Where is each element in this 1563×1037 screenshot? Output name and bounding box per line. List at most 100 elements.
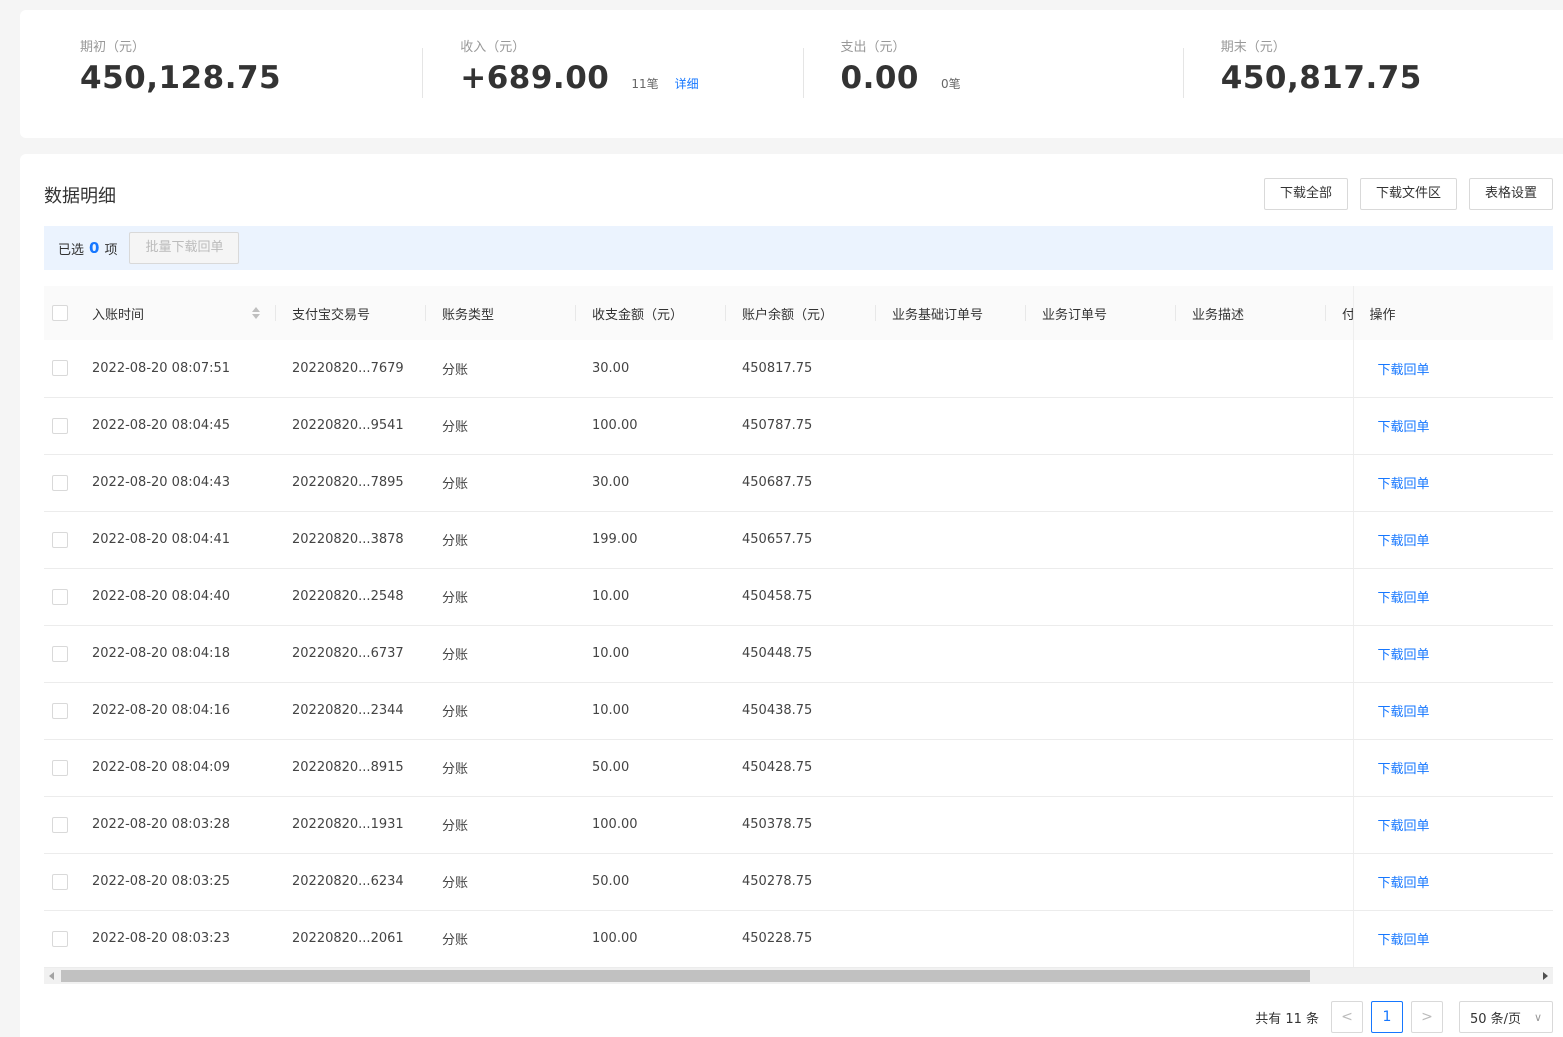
download-receipt-link[interactable]: 下载回单 [1370,933,1430,948]
cell-partial [1326,568,1353,626]
row-checkbox[interactable] [52,360,68,377]
cell-type: 分账 [426,682,576,740]
sort-icon[interactable] [252,307,260,319]
cell-amount: 100.00 [576,796,726,854]
table-row: 2022-08-20 08:03:28 20220820...1931 分账 100.… [44,796,1553,854]
row-checkbox[interactable] [52,474,68,491]
cell-balance: 450428.75 [726,739,876,797]
download-receipt-link[interactable]: 下载回单 [1370,762,1430,777]
cell-type: 分账 [426,568,576,626]
row-checkbox[interactable] [52,873,68,890]
cell-amount: 10.00 [576,682,726,740]
column-header-balance: 账户余额（元） [726,286,876,340]
cell-order-no [1026,682,1176,740]
download-all-button[interactable]: 下载全部 [1263,178,1348,210]
column-header-order-no: 业务订单号 [1026,286,1176,340]
download-receipt-link[interactable]: 下载回单 [1370,477,1430,492]
column-header-partial: 付 [1326,286,1353,340]
cell-description [1176,625,1326,683]
download-files-button[interactable]: 下载文件区 [1359,178,1457,210]
table-row: 2022-08-20 08:03:25 20220820...6234 分账 50.0… [44,853,1553,911]
cell-balance: 450228.75 [726,910,876,968]
cell-type: 分账 [426,340,576,398]
download-receipt-link[interactable]: 下载回单 [1370,420,1430,435]
scroll-left-icon[interactable] [49,972,54,980]
download-receipt-link[interactable]: 下载回单 [1370,591,1430,606]
column-header-time[interactable]: 入账时间 [92,286,276,340]
cell-base-order [876,739,1026,797]
chevron-left-icon: < [1341,1009,1353,1025]
download-receipt-link[interactable]: 下载回单 [1370,363,1430,378]
cell-partial [1326,454,1353,512]
batch-download-button[interactable]: 批量下载回单 [129,232,240,264]
cell-trade-no: 20220820...6234 [276,853,426,911]
stat-label: 期初（元） [80,40,146,55]
cell-base-order [876,910,1026,968]
page-size-value: 50 条/页 [1470,1011,1522,1027]
row-checkbox[interactable] [52,816,68,833]
pagination: 共有 11 条 < 1 > 50 条/页 ∨ [1255,1001,1553,1033]
download-receipt-link[interactable]: 下载回单 [1370,819,1430,834]
row-checkbox[interactable] [52,759,68,776]
scroll-right-icon[interactable] [1543,972,1548,980]
column-header-trade-no: 支付宝交易号 [276,286,426,340]
download-receipt-link[interactable]: 下载回单 [1370,648,1430,663]
cell-type: 分账 [426,739,576,797]
cell-amount: 30.00 [576,454,726,512]
cell-balance: 450278.75 [726,853,876,911]
select-all-checkbox[interactable] [52,305,68,321]
column-header-type: 账务类型 [426,286,576,340]
cell-type: 分账 [426,853,576,911]
download-receipt-link[interactable]: 下载回单 [1370,705,1430,720]
cell-amount: 50.00 [576,739,726,797]
table-settings-button[interactable]: 表格设置 [1468,178,1553,210]
next-page-button[interactable]: > [1411,1001,1443,1033]
row-checkbox[interactable] [52,588,68,605]
row-checkbox[interactable] [52,645,68,662]
row-checkbox[interactable] [52,417,68,434]
prev-page-button[interactable]: < [1331,1001,1363,1033]
cell-type: 分账 [426,397,576,455]
stat-income: 收入（元） +689.00 11笔 详细 [422,10,802,138]
cell-time: 2022-08-20 08:03:28 [92,796,276,854]
table-header-row: 入账时间 支付宝交易号 账务类型 收支金额（元） 账户余额（元） 业务基础订单号… [44,286,1553,340]
download-receipt-link[interactable]: 下载回单 [1370,876,1430,891]
selection-suffix: 项 [104,242,118,258]
detail-toolbar: 下载全部 下载文件区 表格设置 [1263,178,1553,210]
row-checkbox[interactable] [52,702,68,719]
cell-partial [1326,739,1353,797]
horizontal-scrollbar[interactable] [44,968,1553,984]
cell-description [1176,910,1326,968]
cell-amount: 199.00 [576,511,726,569]
cell-time: 2022-08-20 08:04:40 [92,568,276,626]
stat-value: 0.00 [840,60,919,96]
cell-time: 2022-08-20 08:03:25 [92,853,276,911]
cell-trade-no: 20220820...7679 [276,340,426,398]
cell-partial [1326,625,1353,683]
table-row: 2022-08-20 08:04:40 20220820...2548 分账 10.0… [44,568,1553,626]
summary-card: 期初（元） 450,128.75 收入（元） +689.00 11笔 详细 支出… [20,10,1563,138]
table-row: 2022-08-20 08:04:16 20220820...2344 分账 10.0… [44,682,1553,740]
cell-trade-no: 20220820...2548 [276,568,426,626]
page-button-current[interactable]: 1 [1371,1001,1403,1033]
column-header-base-order: 业务基础订单号 [876,286,1026,340]
cell-base-order [876,454,1026,512]
detail-card: 数据明细 下载全部 下载文件区 表格设置 已选 0 项 批量下载回单 入账时间 [20,154,1563,1037]
cell-trade-no: 20220820...6737 [276,625,426,683]
cell-trade-no: 20220820...9541 [276,397,426,455]
cell-type: 分账 [426,910,576,968]
cell-balance: 450817.75 [726,340,876,398]
cell-time: 2022-08-20 08:04:16 [92,682,276,740]
income-detail-link[interactable]: 详细 [675,75,699,92]
cell-type: 分账 [426,511,576,569]
column-header-amount: 收支金额（元） [576,286,726,340]
scrollbar-thumb[interactable] [61,970,1310,982]
page-size-select[interactable]: 50 条/页 ∨ [1459,1001,1553,1033]
row-checkbox[interactable] [52,930,68,947]
cell-order-no [1026,397,1176,455]
cell-partial [1326,853,1353,911]
cell-partial [1326,511,1353,569]
download-receipt-link[interactable]: 下载回单 [1370,534,1430,549]
row-checkbox[interactable] [52,531,68,548]
table-row: 2022-08-20 08:03:23 20220820...2061 分账 100.… [44,910,1553,968]
